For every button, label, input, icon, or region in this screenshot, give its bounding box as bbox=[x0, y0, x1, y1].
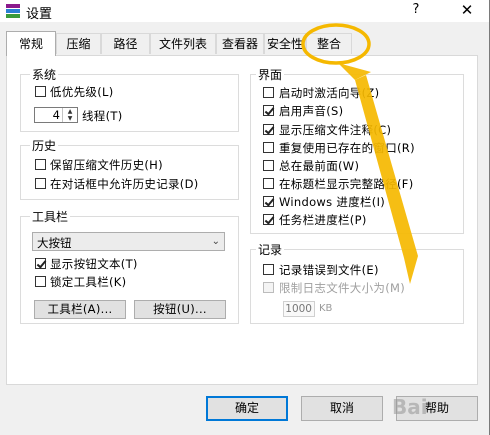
threads-value: 4 bbox=[52, 108, 60, 122]
log-size-unit: KB bbox=[319, 303, 333, 314]
taskbar-progress-checkbox[interactable] bbox=[263, 214, 274, 225]
full-path-checkbox[interactable] bbox=[263, 178, 274, 189]
full-path-label: 在标题栏显示完整路径(F) bbox=[279, 177, 414, 191]
system-group-title: 系统 bbox=[30, 66, 59, 83]
log-errors-label: 记录错误到文件(E) bbox=[279, 263, 379, 277]
limit-log-size-checkbox[interactable] bbox=[263, 282, 274, 293]
toolbar-group-title: 工具栏 bbox=[30, 208, 71, 225]
tab-compression[interactable]: 压缩 bbox=[56, 33, 101, 54]
keep-history-label: 保留压缩文件历史(H) bbox=[50, 158, 163, 172]
spinner-arrows-icon[interactable]: ▲ ▼ bbox=[62, 108, 77, 122]
title-bar: 设置 ? ✕ bbox=[0, 0, 489, 22]
archive-comment-label: 显示压缩文件注释(C) bbox=[279, 123, 392, 137]
low-priority-checkbox[interactable] bbox=[35, 86, 46, 97]
watermark: Bai bbox=[392, 395, 428, 419]
chevron-down-icon: ⌄ bbox=[211, 236, 220, 247]
keep-history-checkbox[interactable] bbox=[35, 159, 46, 170]
sound-label: 启用声音(S) bbox=[279, 104, 344, 118]
threads-spinner[interactable]: 4 ▲ ▼ bbox=[34, 107, 78, 123]
windows-progress-label: Windows 进度栏(I) bbox=[279, 195, 386, 209]
threads-label: 线程(T) bbox=[82, 109, 123, 123]
settings-window: 设置 ? ✕ 常规 压缩 路径 文件列表 查看器 安全性 整合 系统 低优先级(… bbox=[0, 0, 490, 435]
winrar-app-icon bbox=[6, 4, 20, 18]
help-icon[interactable]: ? bbox=[407, 2, 425, 20]
allow-history-label: 在对话框中允许历史记录(D) bbox=[50, 177, 199, 191]
ok-button[interactable]: 确定 bbox=[206, 396, 288, 421]
window-title: 设置 bbox=[26, 7, 53, 22]
log-size-input[interactable]: 1000 bbox=[283, 301, 315, 317]
wizard-checkbox[interactable] bbox=[263, 87, 274, 98]
toolbar-button[interactable]: 工具栏(A)... bbox=[34, 300, 126, 319]
log-group-title: 记录 bbox=[256, 241, 285, 258]
lock-toolbar-checkbox[interactable] bbox=[35, 276, 46, 287]
reuse-window-checkbox[interactable] bbox=[263, 142, 274, 153]
tab-integration[interactable]: 整合 bbox=[306, 33, 352, 54]
reuse-window-label: 重复使用已存在的窗口(R) bbox=[279, 141, 415, 155]
wizard-label: 启动时激活向导(Z) bbox=[279, 86, 380, 100]
tab-viewer[interactable]: 查看器 bbox=[216, 33, 264, 54]
tab-file-list[interactable]: 文件列表 bbox=[150, 33, 216, 54]
always-on-top-label: 总在最前面(W) bbox=[279, 159, 360, 173]
buttons-button[interactable]: 按钮(U)... bbox=[134, 300, 226, 319]
show-button-text-label: 显示按钮文本(T) bbox=[50, 257, 138, 271]
tab-security[interactable]: 安全性 bbox=[264, 33, 306, 54]
windows-progress-checkbox[interactable] bbox=[263, 196, 274, 207]
log-errors-checkbox[interactable] bbox=[263, 264, 274, 275]
close-icon[interactable]: ✕ bbox=[456, 1, 478, 21]
cancel-button[interactable]: 取消 bbox=[301, 396, 383, 421]
archive-comment-checkbox[interactable] bbox=[263, 124, 274, 135]
tab-general[interactable]: 常规 bbox=[6, 31, 56, 56]
toolbar-style-value: 大按钮 bbox=[37, 236, 72, 250]
taskbar-progress-label: 任务栏进度栏(P) bbox=[279, 213, 367, 227]
history-group-title: 历史 bbox=[30, 137, 59, 154]
limit-log-size-label: 限制日志文件大小为(M) bbox=[279, 281, 405, 295]
interface-group-title: 界面 bbox=[256, 66, 285, 83]
allow-history-checkbox[interactable] bbox=[35, 178, 46, 189]
lock-toolbar-label: 锁定工具栏(K) bbox=[50, 275, 127, 289]
show-button-text-checkbox[interactable] bbox=[35, 258, 46, 269]
tab-paths[interactable]: 路径 bbox=[101, 33, 150, 54]
always-on-top-checkbox[interactable] bbox=[263, 160, 274, 171]
sound-checkbox[interactable] bbox=[263, 105, 274, 116]
toolbar-style-select[interactable]: 大按钮 ⌄ bbox=[32, 232, 225, 251]
low-priority-label: 低优先级(L) bbox=[50, 85, 114, 99]
